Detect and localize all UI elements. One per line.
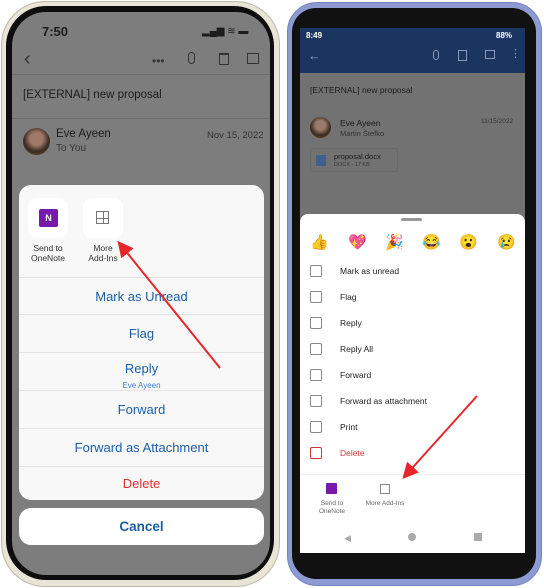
arrow-to-more-add-ins-android (402, 395, 478, 479)
arrow-to-more-add-ins-ios (117, 240, 221, 369)
annotation-arrows (117, 240, 478, 479)
